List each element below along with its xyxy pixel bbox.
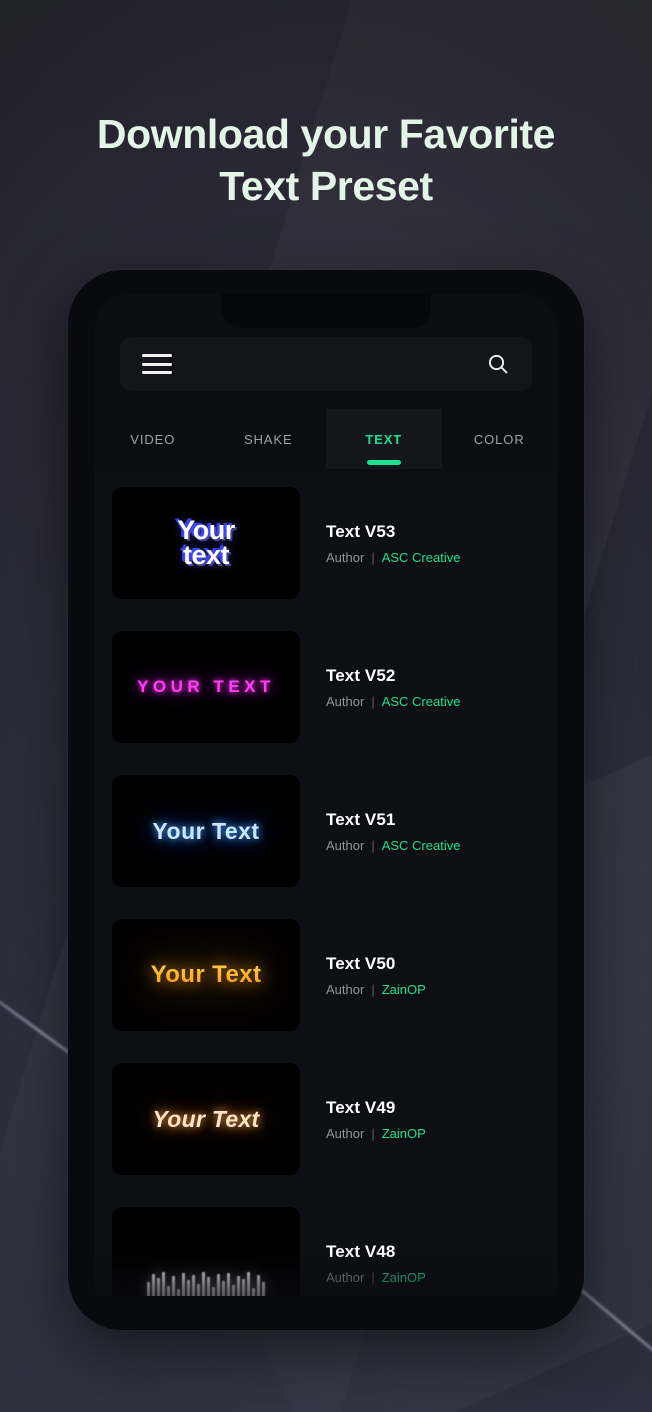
author-name[interactable]: ASC Creative (382, 838, 461, 853)
author-name[interactable]: ASC Creative (382, 694, 461, 709)
tab-shake-label: SHAKE (243, 431, 293, 447)
page-title: Download your Favorite Text Preset (0, 108, 652, 212)
preset-thumbnail[interactable]: Your Text (112, 1063, 300, 1175)
preset-title: Text V52 (326, 665, 396, 685)
preset-meta: Text V49 Author | ZainOP (326, 1098, 426, 1141)
list-item[interactable]: Your text Text V53 Author | ASC Creative (95, 471, 557, 615)
author-name[interactable]: ZainOP (382, 1126, 426, 1141)
page-title-line-2: Text Preset (219, 163, 433, 209)
preset-title: Text V50 (326, 953, 396, 973)
preset-title: Text V49 (326, 1097, 396, 1117)
phone-mockup: VIDEO SHAKE TEXT COLOR Your text Text V5… (68, 270, 584, 1330)
preset-meta: Text V50 Author | ZainOP (326, 954, 426, 997)
author-separator: | (371, 837, 375, 853)
preset-thumbnail-art: YOUR TEXT (137, 677, 275, 696)
tab-video[interactable]: VIDEO (95, 409, 211, 469)
list-item[interactable]: Your Text Text V50 Author | ZainOP (95, 903, 557, 1047)
author-label: Author (326, 837, 365, 853)
preset-title: Text V51 (326, 809, 396, 829)
preset-thumbnail-art (147, 1272, 265, 1298)
preset-thumbnail[interactable]: Your Text (112, 775, 300, 887)
page-title-line-1: Download your Favorite (96, 111, 556, 157)
hamburger-menu-icon[interactable] (142, 354, 172, 374)
tab-bar: VIDEO SHAKE TEXT COLOR (95, 409, 557, 469)
preset-thumbnail-art: Your Text (152, 817, 260, 844)
preset-thumbnail[interactable]: Your text (112, 487, 300, 599)
preset-title: Text V48 (326, 1241, 396, 1261)
tab-video-underline (136, 460, 170, 465)
preset-meta: Text V52 Author | ASC Creative (326, 666, 460, 709)
phone-screen: VIDEO SHAKE TEXT COLOR Your text Text V5… (95, 294, 557, 1330)
preset-author-row: Author | ASC Creative (326, 838, 460, 853)
author-label: Author (326, 549, 365, 565)
tab-text[interactable]: TEXT (326, 409, 442, 469)
preset-meta: Text V53 Author | ASC Creative (326, 522, 460, 565)
author-separator: | (371, 693, 375, 709)
search-bar[interactable] (120, 337, 532, 391)
preset-meta: Text V51 Author | ASC Creative (326, 810, 460, 853)
list-item[interactable]: YOUR TEXT Text V52 Author | ASC Creative (95, 615, 557, 759)
author-separator: | (371, 981, 375, 997)
preset-thumbnail-art: Your Text (150, 961, 262, 988)
author-separator: | (371, 1269, 375, 1285)
author-name[interactable]: ZainOP (382, 1270, 426, 1285)
author-label: Author (326, 1269, 365, 1285)
preset-thumbnail[interactable]: Your Text (112, 919, 300, 1031)
tab-shake[interactable]: SHAKE (211, 409, 327, 469)
search-icon[interactable] (486, 352, 510, 376)
tab-color-underline (482, 460, 516, 465)
phone-notch (221, 294, 431, 328)
tab-shake-underline (251, 460, 285, 465)
author-name[interactable]: ZainOP (382, 982, 426, 997)
preset-author-row: Author | ZainOP (326, 982, 426, 997)
tab-video-label: VIDEO (130, 431, 176, 447)
author-separator: | (371, 549, 375, 565)
preset-thumbnail[interactable]: YOUR TEXT (112, 631, 300, 743)
author-name[interactable]: ASC Creative (382, 550, 461, 565)
preset-author-row: Author | ZainOP (326, 1270, 426, 1285)
phone-bottom-bezel (68, 1296, 584, 1330)
list-item[interactable]: Your Text Text V49 Author | ZainOP (95, 1047, 557, 1191)
preset-thumbnail-art: Your text (177, 515, 235, 570)
author-label: Author (326, 693, 365, 709)
list-item[interactable]: Your Text Text V51 Author | ASC Creative (95, 759, 557, 903)
preset-list[interactable]: Your text Text V53 Author | ASC Creative … (95, 471, 557, 1330)
preset-thumbnail-art: Your Text (152, 1105, 260, 1132)
tab-color-label: COLOR (473, 431, 525, 447)
preset-meta: Text V48 Author | ZainOP (326, 1242, 426, 1285)
author-label: Author (326, 981, 365, 997)
preset-author-row: Author | ASC Creative (326, 550, 460, 565)
preset-title: Text V53 (326, 521, 396, 541)
preset-author-row: Author | ASC Creative (326, 694, 460, 709)
preset-author-row: Author | ZainOP (326, 1126, 426, 1141)
author-label: Author (326, 1125, 365, 1141)
tab-text-underline (366, 460, 401, 465)
tab-color[interactable]: COLOR (442, 409, 558, 469)
tab-text-label: TEXT (365, 431, 403, 447)
author-separator: | (371, 1125, 375, 1141)
